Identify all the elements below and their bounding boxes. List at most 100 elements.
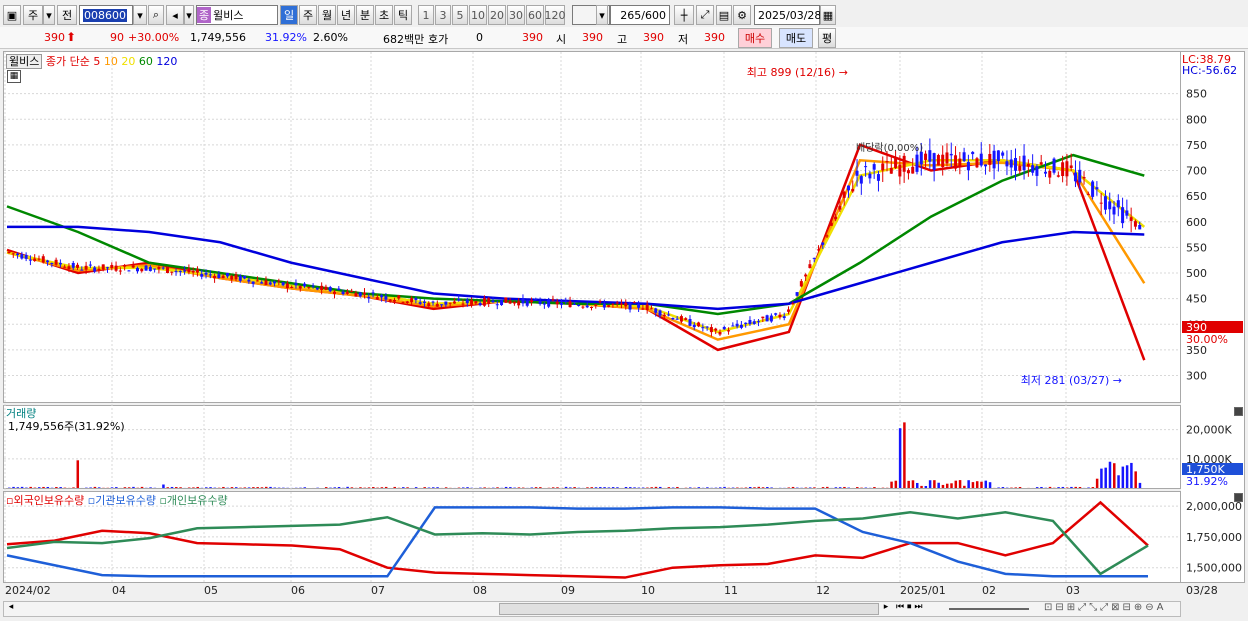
volume-bar — [509, 487, 512, 488]
candle-body — [757, 321, 761, 323]
candle-body — [54, 259, 58, 265]
candle-body — [834, 216, 838, 220]
candle-body — [221, 275, 225, 279]
candle-body — [838, 205, 842, 210]
candle-body — [508, 300, 512, 304]
volume-bar — [950, 483, 953, 488]
candle-body — [521, 298, 525, 304]
volume-close-icon[interactable] — [1234, 407, 1243, 416]
scroll-left-icon[interactable]: ◂ — [4, 602, 18, 616]
volume-bar — [838, 487, 842, 488]
volume-bar — [504, 486, 508, 488]
candle-body — [731, 325, 735, 327]
candle-body — [50, 262, 54, 264]
candle-body — [1095, 187, 1099, 190]
volume-bar — [1087, 487, 1090, 488]
volume-bar — [980, 481, 983, 488]
price-pane-title[interactable]: 윌비스 — [6, 54, 43, 69]
candle-body — [191, 270, 195, 273]
volume-bar — [247, 487, 251, 488]
volume-bar — [1040, 486, 1043, 488]
volume-bar — [890, 481, 893, 488]
volume-bar — [517, 487, 521, 488]
scroll-right-icon[interactable]: ▸ — [880, 602, 892, 616]
candle-body — [315, 287, 319, 290]
candle-body — [889, 167, 893, 174]
candle-body — [401, 302, 405, 304]
volume-bar — [76, 460, 80, 488]
candle-body — [517, 301, 521, 306]
candle-body — [722, 326, 726, 330]
candle-body — [418, 302, 422, 304]
price-tick-4: 650 — [1186, 190, 1207, 203]
candle-body — [1108, 201, 1112, 210]
candle-body — [303, 283, 307, 287]
candle-body — [1048, 170, 1052, 178]
candle-body — [555, 301, 559, 305]
drawing-tools[interactable]: ⊡⊟⊞⤢⤡⤢⊠⊟⊕⊖A — [1044, 602, 1167, 613]
candle-body — [1129, 217, 1133, 221]
x-axis-label-12: 03 — [1066, 584, 1080, 597]
volume-bar — [564, 486, 568, 488]
candle-body — [277, 280, 281, 282]
hold-tick-0: 2,000,000 — [1186, 500, 1242, 513]
candle-body — [547, 299, 551, 307]
candle-body — [255, 280, 259, 282]
volume-bar — [269, 486, 272, 488]
x-axis-label-4: 07 — [371, 584, 385, 597]
volume-bar — [556, 487, 559, 488]
playback-controls[interactable]: ⏮ ⏹ ⏭ — [896, 602, 922, 612]
candle-body — [876, 174, 880, 181]
candle-body — [93, 267, 97, 272]
candle-body — [675, 318, 679, 320]
vol-tick-0: 20,000K — [1186, 424, 1232, 437]
volume-bar — [787, 487, 791, 488]
volume-bar — [748, 487, 752, 488]
volume-bar — [723, 486, 726, 488]
volume-bar — [1018, 487, 1022, 488]
candle-body — [234, 274, 238, 280]
volume-bar — [192, 487, 195, 488]
volume-bar — [243, 487, 247, 488]
candle-body — [697, 322, 701, 327]
zoom-slider[interactable] — [949, 608, 1029, 610]
volume-bar — [616, 487, 619, 488]
volume-bar — [633, 487, 636, 488]
candle-body — [744, 322, 748, 325]
table-icon[interactable]: ▦ — [7, 70, 21, 83]
volume-bar — [718, 487, 722, 488]
volume-bar — [757, 486, 761, 488]
candle-body — [84, 265, 88, 270]
candle-body — [542, 303, 546, 305]
scroll-thumb[interactable] — [499, 603, 879, 615]
candle-body — [140, 268, 144, 272]
candle-body — [16, 253, 20, 256]
candle-body — [1026, 163, 1030, 167]
candle-body — [589, 306, 593, 308]
holdings-close-icon[interactable] — [1234, 493, 1243, 502]
candle-body — [410, 298, 414, 303]
candle-body — [298, 286, 302, 289]
x-axis-label-0: 2024/02 — [5, 584, 51, 597]
volume-bar — [530, 487, 534, 488]
candle-body — [333, 291, 337, 294]
volume-bar — [924, 485, 928, 488]
volume-bar — [384, 486, 388, 488]
candle-body — [560, 302, 564, 305]
candle-body — [367, 296, 371, 299]
candle-body — [457, 299, 461, 301]
candle-body — [427, 303, 431, 307]
volume-bar — [988, 482, 992, 488]
chart-scrollbar[interactable]: ◂ ▸ ⏮ ⏹ ⏭ ⊡⊟⊞⤢⤡⤢⊠⊟⊕⊖A — [3, 601, 1181, 617]
candle-body — [285, 283, 289, 289]
candle-body — [161, 267, 165, 269]
candle-body — [144, 265, 148, 271]
volume-bar — [770, 487, 773, 488]
candle-body — [135, 267, 139, 272]
volume-bar — [791, 486, 795, 488]
price-pane-header: 윌비스 종가 단순 5 10 20 60 120 — [6, 53, 177, 69]
volume-bar — [402, 487, 405, 488]
candle-body — [1125, 210, 1129, 216]
volume-bar — [753, 487, 756, 488]
chart-canvas[interactable]: 850800750700650600550500450400350300최고 8… — [0, 0, 1248, 621]
